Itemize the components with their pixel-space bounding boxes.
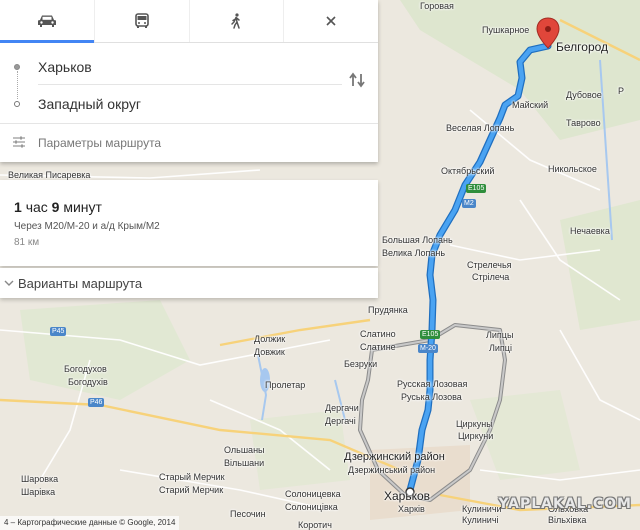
- origin-dot-icon: [14, 64, 20, 70]
- time-minutes: 9: [51, 199, 60, 215]
- place-label: Дергачі: [325, 416, 356, 426]
- place-label: Пролетар: [265, 380, 306, 390]
- place-label: Липці: [489, 343, 512, 353]
- place-label: Руська Лозова: [401, 392, 462, 402]
- swap-button[interactable]: [348, 72, 366, 93]
- swap-icon: [349, 72, 365, 88]
- place-label: Песочин: [230, 509, 266, 519]
- sliders-icon: [0, 136, 38, 151]
- place-label: Довжик: [254, 347, 285, 357]
- walking-icon: [231, 13, 241, 29]
- place-label: Богодухов: [64, 364, 107, 374]
- chevron-down-icon: [0, 277, 18, 289]
- place-label: Кулиничи: [462, 504, 502, 514]
- place-label: Старий Мерчик: [159, 485, 224, 495]
- place-label: Кулиничі: [462, 515, 499, 525]
- destination-field[interactable]: Западный округ: [38, 96, 141, 112]
- place-label: Ольшаны: [224, 445, 265, 455]
- road-shield: E105: [466, 184, 487, 193]
- road-shield: M2: [462, 199, 476, 208]
- route-endpoints: Харьков Западный округ: [0, 43, 378, 123]
- place-label: Циркуни: [458, 431, 494, 441]
- car-icon: [37, 15, 56, 27]
- close-icon: [326, 16, 336, 26]
- place-label: Дзержинський район: [348, 465, 436, 475]
- tab-walking[interactable]: [190, 0, 285, 42]
- road-shield: P45: [50, 327, 67, 336]
- travel-mode-tabs: [0, 0, 378, 43]
- time-hours: 1: [14, 199, 22, 215]
- route-options-label: Параметры маршрута: [38, 136, 162, 150]
- place-label: Белгород: [556, 40, 609, 54]
- place-label: Нечаевка: [570, 226, 610, 236]
- place-label: Харьков: [384, 489, 431, 503]
- route-options-button[interactable]: Параметры маршрута: [0, 123, 378, 162]
- place-label: Никольское: [548, 164, 597, 174]
- place-label: Большая Лопань: [382, 235, 453, 245]
- place-label: Октябрьский: [441, 166, 495, 176]
- watermark: YAPLAKAL.COM: [498, 496, 632, 512]
- place-label: Пушкарное: [482, 25, 530, 35]
- place-label: Богодухів: [68, 377, 108, 387]
- route-dots-connector: [17, 71, 18, 99]
- road-shield: E105: [420, 330, 441, 339]
- time-hours-unit: час: [25, 199, 48, 215]
- directions-panel: Харьков Западный округ Параметры маршрут…: [0, 0, 378, 162]
- place-label: Харків: [398, 504, 425, 514]
- place-label: Вільшани: [224, 458, 265, 468]
- place-label: Р: [618, 86, 625, 96]
- place-label: Липцы: [486, 330, 514, 340]
- destination-dot-icon: [14, 101, 20, 107]
- place-label: Должик: [254, 334, 286, 344]
- place-label: Вільхівка: [548, 515, 587, 525]
- travel-time: 1 час 9 минут: [14, 199, 102, 215]
- divider: [38, 84, 342, 85]
- place-label: Майский: [512, 100, 549, 110]
- place-label: Дзержинский район: [344, 451, 445, 463]
- place-label: Русская Лозовая: [397, 379, 468, 389]
- tab-transit[interactable]: [95, 0, 190, 42]
- road-shield: M-20: [418, 344, 438, 353]
- place-label: Прудянка: [368, 305, 408, 315]
- place-label: Стрелечья: [467, 260, 512, 270]
- place-label: Дергачи: [325, 403, 359, 413]
- place-label: Велика Лопань: [382, 248, 446, 258]
- place-label: Коротич: [298, 520, 332, 530]
- close-button[interactable]: [284, 0, 378, 42]
- place-label: Стрілеча: [472, 272, 510, 282]
- route-variants-button[interactable]: Варианты маршрута: [0, 268, 378, 298]
- place-label: Солоницівка: [285, 502, 338, 512]
- place-label: Слатино: [360, 329, 396, 339]
- origin-field[interactable]: Харьков: [38, 59, 92, 75]
- bus-icon: [134, 13, 149, 28]
- place-label: Слатине: [360, 342, 396, 352]
- place-label: Солоницевка: [285, 489, 341, 499]
- place-label: Циркуны: [456, 419, 493, 429]
- place-label: Дубовое: [566, 90, 602, 100]
- route-distance: 81 км: [14, 237, 40, 248]
- time-minutes-unit: минут: [63, 199, 102, 215]
- place-label: Великая Писаревка: [8, 170, 91, 180]
- road-shield: P46: [88, 398, 105, 407]
- place-label: Таврово: [566, 118, 601, 128]
- place-label: Старый Мерчик: [159, 472, 225, 482]
- route-summary-card[interactable]: 1 час 9 минут Через М20/М-20 и а/д Крым/…: [0, 180, 378, 266]
- route-variants-label: Варианты маршрута: [18, 275, 143, 291]
- place-label: Веселая Лопань: [446, 123, 515, 133]
- place-label: Горовая: [420, 1, 454, 11]
- route-via: Через М20/М-20 и а/д Крым/M2: [14, 221, 160, 232]
- tab-driving[interactable]: [0, 0, 95, 43]
- map-attribution: 4 – Картографические данные © Google, 20…: [0, 516, 180, 530]
- place-label: Шарівка: [21, 487, 56, 497]
- place-label: Безруки: [344, 359, 378, 369]
- place-label: Шаровка: [21, 474, 59, 484]
